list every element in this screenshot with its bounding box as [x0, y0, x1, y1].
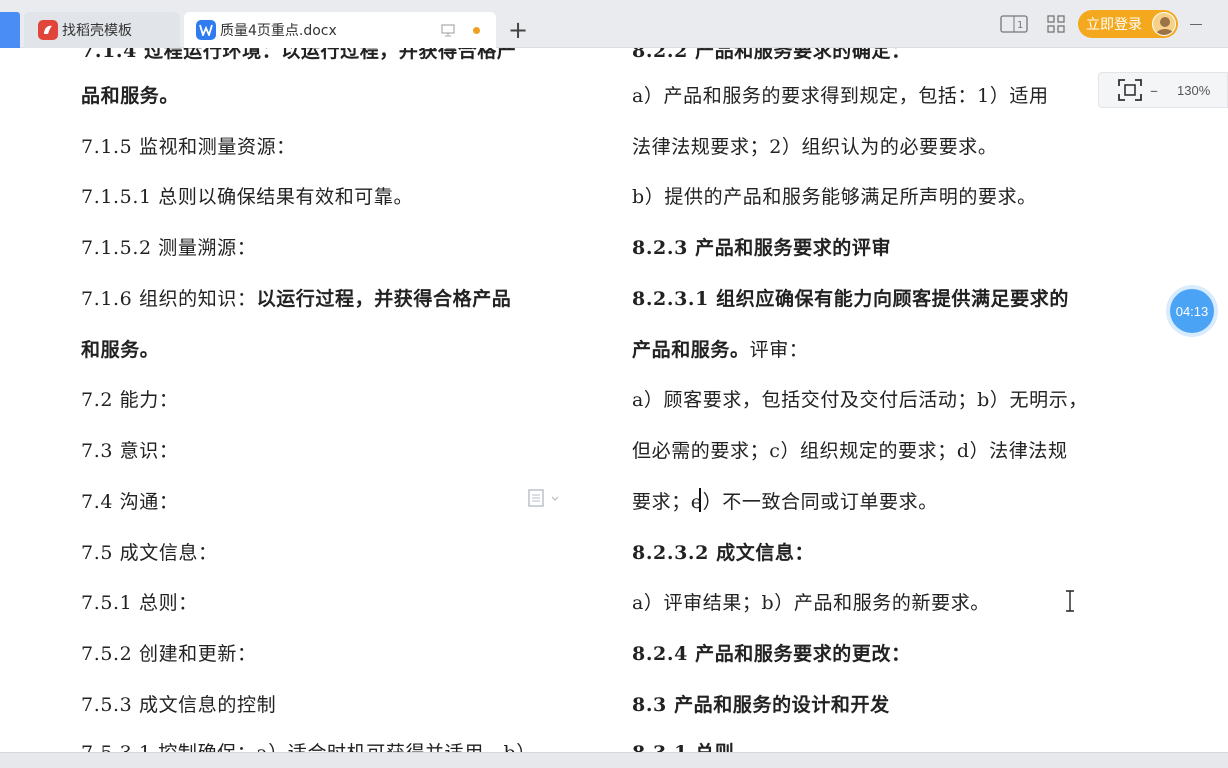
- clipped-bottom-line: 7.5.3.1 控制确保：a）适合时机可获得并适用，b）: [81, 738, 536, 752]
- doc-line-bold-part: 产品和服务。: [632, 339, 750, 361]
- doc-line: a）评审结果；b）产品和服务的新要求。: [632, 592, 990, 614]
- doc-line: 8.2.3.1 组织应确保有能力向顾客提供满足要求的: [632, 288, 1069, 310]
- doc-line-bold-part: 以运行过程，并获得合格产品: [256, 288, 512, 310]
- reading-mode-icon[interactable]: 1: [998, 12, 1030, 36]
- apps-grid-icon[interactable]: [1040, 12, 1072, 36]
- doc-line: 法律法规要求；2）组织认为的必要要求。: [632, 136, 998, 158]
- zoom-out-button[interactable]: –: [1147, 81, 1161, 100]
- doc-line: 要求；e）不一致合同或订单要求。: [632, 491, 938, 513]
- doc-line-mixed: 7.1.6 组织的知识：以运行过程，并获得合格产品: [81, 284, 511, 311]
- clipped-heading-line: 8.2.2 产品和服务要求的确定：: [632, 48, 911, 62]
- doc-line: 7.5.2 创建和更新：: [81, 643, 257, 665]
- login-label: 立即登录: [1086, 17, 1142, 33]
- avatar: [1152, 12, 1176, 36]
- doc-line: 8.3 产品和服务的设计和开发: [632, 694, 890, 716]
- doc-line-suffix: 评审：: [749, 339, 809, 361]
- doc-line: a）顾客要求，包括交付及交付后活动；b）无明示，: [632, 389, 1088, 411]
- new-tab-button[interactable]: +: [506, 16, 530, 44]
- doc-line: a）产品和服务的要求得到规定，包括：1）适用: [632, 85, 1049, 107]
- zoom-level[interactable]: 130%: [1177, 83, 1210, 98]
- home-tab-accent[interactable]: [0, 12, 20, 48]
- writer-doc-icon: [196, 20, 216, 40]
- doc-line: 7.1.5.1 总则以确保结果有效和可靠。: [81, 186, 414, 208]
- doc-line-prefix: 7.1.6 组织的知识：: [81, 288, 257, 310]
- docer-logo-icon: [38, 20, 58, 40]
- doc-line: 8.2.3 产品和服务要求的评审: [632, 237, 892, 259]
- clipped-bottom-line: 8.3.1 总则: [632, 738, 734, 752]
- login-button[interactable]: 立即登录: [1078, 10, 1178, 38]
- doc-line: 7.5.3 成文信息的控制: [81, 694, 277, 716]
- fit-page-icon[interactable]: [1113, 73, 1147, 107]
- unsaved-indicator-icon: [473, 27, 480, 34]
- tab-label: 找稻壳模板: [62, 23, 132, 39]
- doc-line: 7.4 沟通：: [81, 491, 179, 513]
- doc-line: 7.1.5 监视和测量资源：: [81, 136, 296, 158]
- text-caret: [699, 488, 701, 512]
- zoom-panel: – 130%: [1098, 72, 1228, 108]
- monitor-icon[interactable]: [440, 22, 456, 38]
- doc-line: 8.2.3.2 成文信息：: [632, 542, 815, 564]
- doc-line: 但必需的要求；c）组织规定的要求；d）法律法规: [632, 440, 1068, 462]
- clipped-heading-line: 7.1.4 过程运行环境：以运行过程，并获得合格产: [81, 48, 517, 62]
- status-bar: [0, 752, 1228, 768]
- minimize-icon[interactable]: [1190, 24, 1202, 25]
- doc-line-mixed: 产品和服务。评审：: [632, 335, 808, 362]
- doc-line: 7.3 意识：: [81, 440, 179, 462]
- timer-badge[interactable]: 04:13: [1170, 289, 1214, 333]
- svg-text:1: 1: [1017, 20, 1023, 31]
- doc-line: 7.5 成文信息：: [81, 542, 218, 564]
- tab-bar: 找稻壳模板 质量4页重点.docx + 1 立即登录: [0, 0, 1228, 48]
- doc-line: b）提供的产品和服务能够满足所声明的要求。: [632, 186, 1037, 208]
- doc-line: 和服务。: [81, 339, 160, 361]
- doc-line: 8.2.4 产品和服务要求的更改：: [632, 643, 911, 665]
- doc-line: 7.2 能力：: [81, 389, 179, 411]
- tab-docer-templates[interactable]: 找稻壳模板: [24, 12, 180, 48]
- doc-line: 品和服务。: [81, 85, 180, 107]
- doc-line: 7.5.1 总则：: [81, 592, 198, 614]
- doc-line: 7.1.5.2 测量溯源：: [81, 237, 257, 259]
- tab-active-document[interactable]: 质量4页重点.docx: [184, 12, 496, 48]
- paragraph-layout-icon[interactable]: [528, 488, 562, 508]
- ibeam-cursor-icon: [1064, 590, 1076, 612]
- tab-label: 质量4页重点.docx: [220, 23, 337, 39]
- document-canvas[interactable]: 7.1.4 过程运行环境：以运行过程，并获得合格产 品和服务。 7.1.5 监视…: [0, 48, 1228, 752]
